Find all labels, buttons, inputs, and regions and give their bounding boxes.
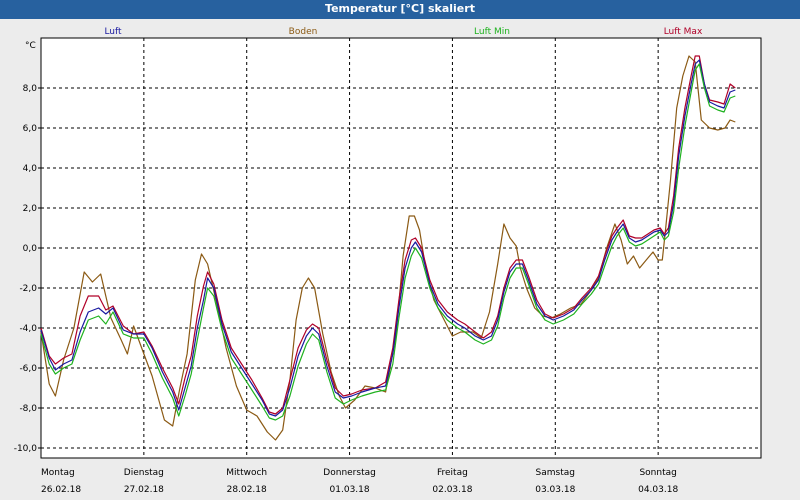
legend-entry: Boden bbox=[289, 27, 318, 37]
x-axis: Montag 26.02.18 Dienstag 27.02.18 Mittwoch 28… bbox=[41, 468, 678, 495]
y-tick-label: -6,0 bbox=[19, 364, 37, 374]
x-date-label: 26.02.18 bbox=[41, 485, 81, 495]
y-axis-unit: °C bbox=[25, 41, 36, 51]
legend-entry: Luft bbox=[104, 27, 122, 37]
x-day-label: Mittwoch bbox=[226, 468, 267, 478]
y-tick-label: 8,0 bbox=[23, 84, 38, 94]
chart-window: Temperatur [°C] skaliert Boden Luft Max Lu… bbox=[0, 0, 800, 500]
x-date-label: 04.03.18 bbox=[638, 485, 678, 495]
y-tick-label: 4,0 bbox=[23, 164, 38, 174]
y-tick-label: 0,0 bbox=[23, 244, 38, 254]
x-date-label: 27.02.18 bbox=[124, 485, 164, 495]
legend-entry: Luft Min bbox=[474, 27, 510, 37]
y-tick-label: 2,0 bbox=[23, 204, 38, 214]
x-date-label: 03.03.18 bbox=[535, 485, 575, 495]
x-date-label: 02.03.18 bbox=[432, 485, 472, 495]
y-tick-label: 6,0 bbox=[23, 124, 38, 134]
temperature-chart: Boden Luft Max Luft Luft Min °C 8,0 6,0 4,0 2,… bbox=[14, 27, 762, 495]
x-day-label: Donnerstag bbox=[323, 468, 376, 478]
y-axis: °C 8,0 6,0 4,0 2,0 0,0 -2,0 -4,0 -6,0 -8,0 -10,0 bbox=[14, 41, 41, 454]
x-date-label: 01.03.18 bbox=[330, 485, 370, 495]
x-day-label: Samstag bbox=[536, 468, 575, 478]
x-day-label: Dienstag bbox=[124, 468, 164, 478]
y-tick-label: -8,0 bbox=[19, 404, 37, 414]
x-date-label: 28.02.18 bbox=[227, 485, 267, 495]
y-tick-label: -10,0 bbox=[14, 444, 38, 454]
legend: Boden Luft Max Luft Luft Min bbox=[104, 27, 703, 37]
x-day-label: Montag bbox=[41, 468, 75, 478]
y-tick-label: -4,0 bbox=[19, 324, 37, 334]
legend-entry: Luft Max bbox=[664, 27, 703, 37]
x-day-label: Freitag bbox=[437, 468, 468, 478]
x-day-label: Sonntag bbox=[639, 468, 676, 478]
y-tick-label: -2,0 bbox=[19, 284, 37, 294]
